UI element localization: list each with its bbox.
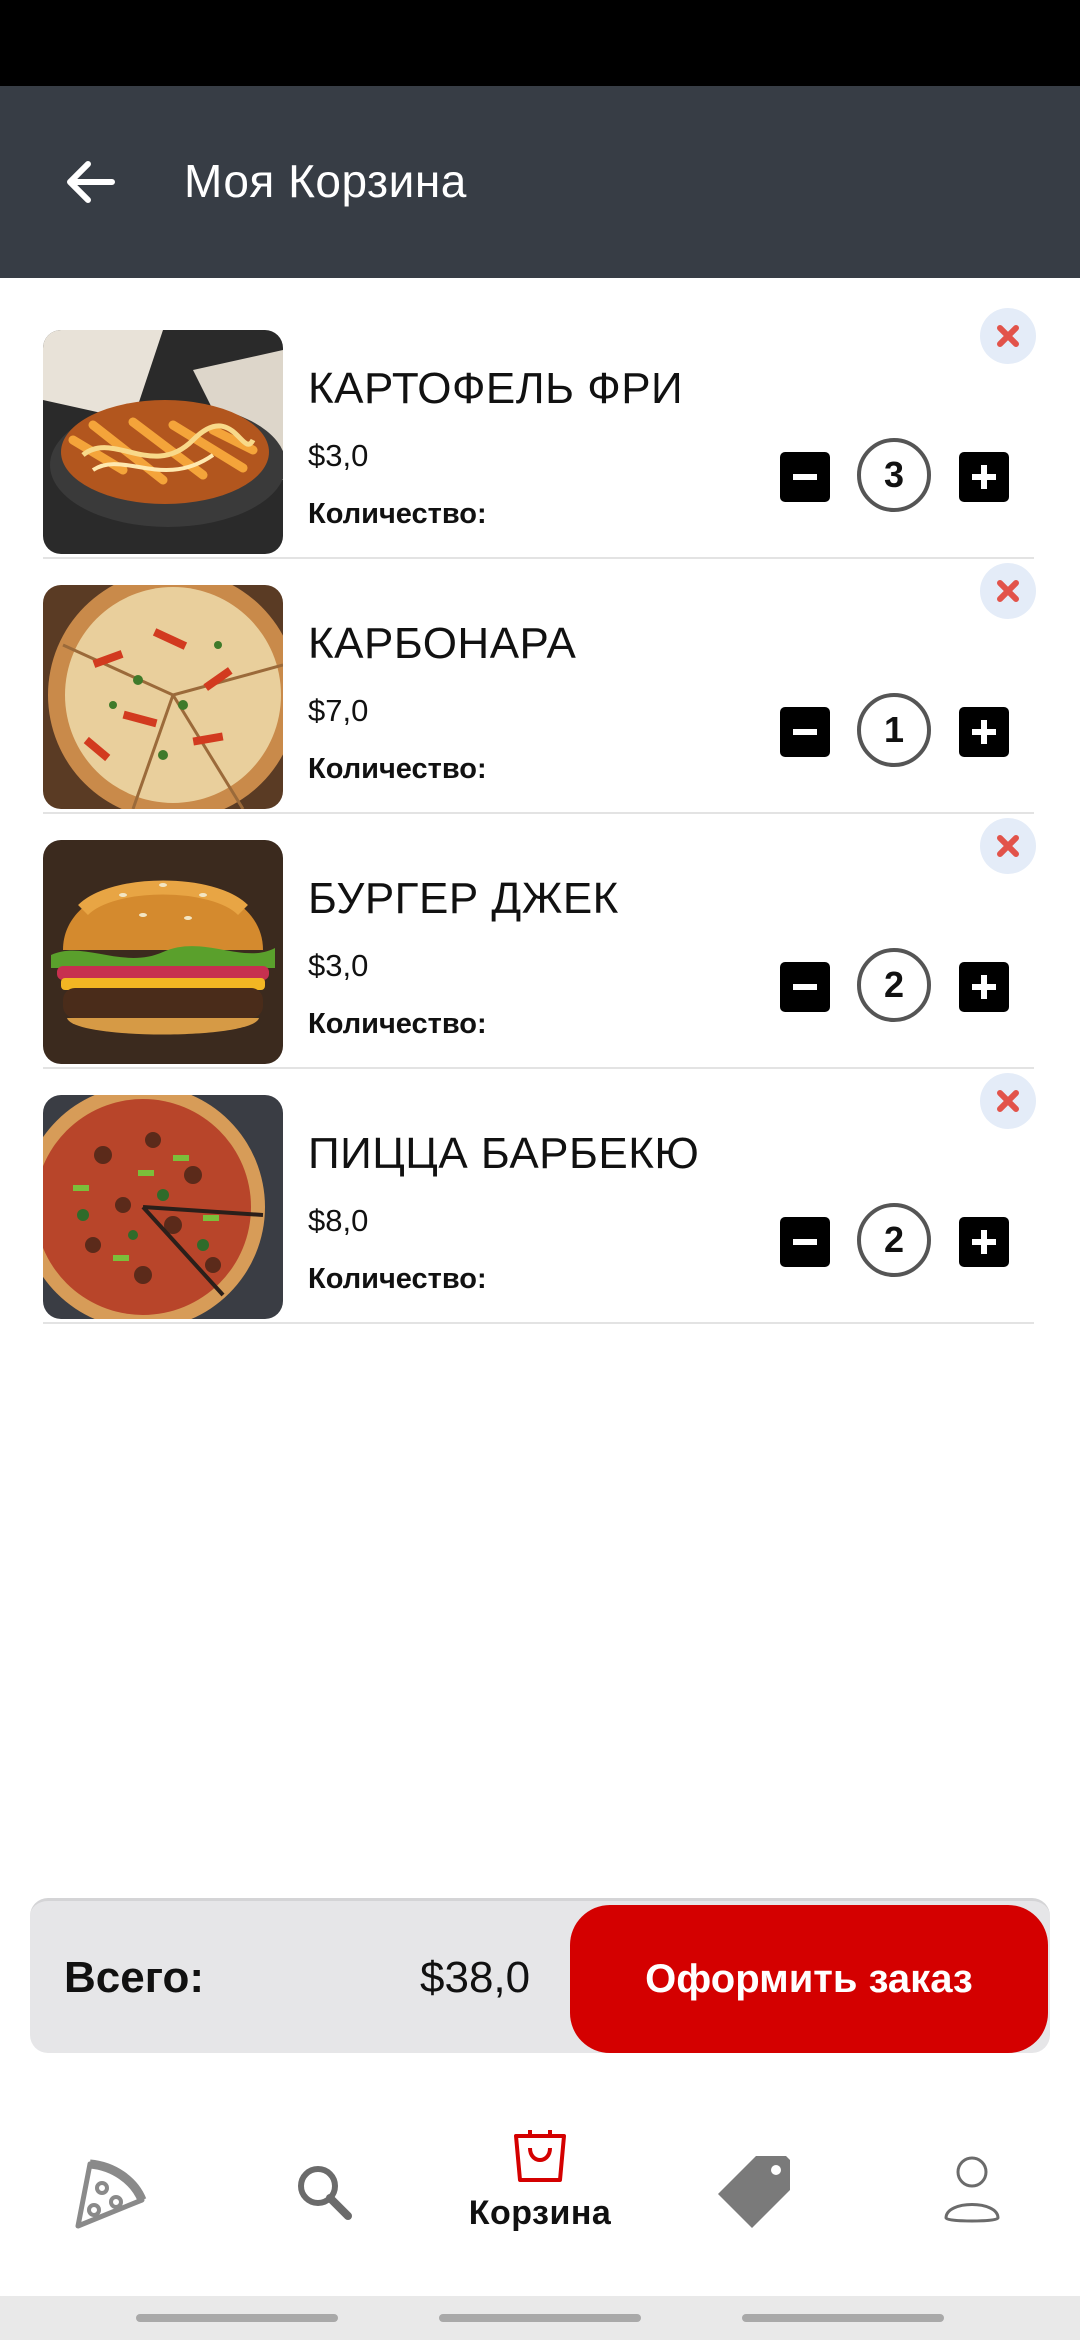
total-value: $38,0 (420, 1953, 531, 2002)
quantity-value: 3 (857, 438, 931, 512)
back-button[interactable] (50, 142, 130, 222)
nav-item-offers[interactable] (648, 2090, 864, 2296)
total-label: Всего: (64, 1953, 204, 2002)
order-summary-bar: Всего: $38,0 Оформить заказ (30, 1898, 1050, 2053)
minus-icon (793, 1239, 817, 1245)
quantity-label: Количество: (308, 1263, 487, 1295)
remove-item-button[interactable] (980, 563, 1036, 619)
remove-item-button[interactable] (980, 1073, 1036, 1129)
search-icon (298, 2166, 352, 2220)
nav-item-search[interactable] (216, 2090, 432, 2296)
pizza-bbq-photo (43, 1095, 283, 1319)
item-price: $7,0 (308, 693, 369, 728)
quantity-value: 1 (857, 693, 931, 767)
cart-item: КАРБОНАРА $7,0 Количество: 1 (43, 559, 1036, 814)
item-price: $3,0 (308, 438, 369, 473)
increase-quantity-button[interactable] (959, 452, 1009, 502)
plus-icon (972, 975, 996, 999)
quantity-label: Количество: (308, 1008, 487, 1040)
item-name: КАРТОФЕЛЬ ФРИ (308, 364, 684, 413)
cart-item: ПИЦЦА БАРБЕКЮ $8,0 Количество: 2 (43, 1069, 1036, 1324)
quantity-value: 2 (857, 948, 931, 1022)
app-bar: Моя Корзина (0, 86, 1080, 278)
item-price: $8,0 (308, 1203, 369, 1238)
burger-photo (43, 840, 283, 1064)
bottom-navigation: Корзина (0, 2090, 1080, 2296)
minus-icon (793, 474, 817, 480)
shopping-bag-icon (514, 2130, 566, 2182)
nav-item-cart[interactable]: Корзина (432, 2090, 648, 2296)
minus-icon (793, 984, 817, 990)
plus-icon (972, 465, 996, 489)
item-name: БУРГЕР ДЖЕК (308, 874, 619, 923)
remove-item-button[interactable] (980, 308, 1036, 364)
arrow-left-icon (67, 161, 115, 203)
quantity-value: 2 (857, 1203, 931, 1277)
quantity-label: Количество: (308, 498, 487, 530)
item-price: $3,0 (308, 948, 369, 983)
cart-item: БУРГЕР ДЖЕК $3,0 Количество: 2 (43, 814, 1036, 1069)
system-gesture-bar (0, 2296, 1080, 2340)
decrease-quantity-button[interactable] (780, 707, 830, 757)
decrease-quantity-button[interactable] (780, 1217, 830, 1267)
status-bar (0, 0, 1080, 86)
close-icon (997, 580, 1019, 602)
tag-icon (718, 2156, 790, 2228)
gesture-pill (439, 2314, 641, 2322)
close-icon (997, 325, 1019, 347)
gesture-pill (136, 2314, 338, 2322)
plus-icon (972, 720, 996, 744)
fries-photo (43, 330, 283, 554)
increase-quantity-button[interactable] (959, 962, 1009, 1012)
minus-icon (793, 729, 817, 735)
cart-list: КАРТОФЕЛЬ ФРИ $3,0 Количество: 3 КАРБОНА… (0, 278, 1080, 1324)
close-icon (997, 835, 1019, 857)
nav-item-menu[interactable] (0, 2090, 216, 2296)
pizza-carbonara-photo (43, 585, 283, 809)
close-icon (997, 1090, 1019, 1112)
item-name: КАРБОНАРА (308, 619, 577, 668)
page-title: Моя Корзина (184, 155, 467, 207)
quantity-label: Количество: (308, 753, 487, 785)
plus-icon (972, 1230, 996, 1254)
pizza-icon (75, 2159, 147, 2229)
item-name: ПИЦЦА БАРБЕКЮ (308, 1129, 700, 1178)
gesture-pill (742, 2314, 944, 2322)
increase-quantity-button[interactable] (959, 1217, 1009, 1267)
nav-label-cart: Корзина (468, 2194, 612, 2232)
cart-item: КАРТОФЕЛЬ ФРИ $3,0 Количество: 3 (43, 304, 1036, 559)
decrease-quantity-button[interactable] (780, 962, 830, 1012)
checkout-button[interactable]: Оформить заказ (570, 1905, 1048, 2053)
increase-quantity-button[interactable] (959, 707, 1009, 757)
profile-icon (944, 2156, 1000, 2223)
decrease-quantity-button[interactable] (780, 452, 830, 502)
nav-item-profile[interactable] (864, 2090, 1080, 2296)
remove-item-button[interactable] (980, 818, 1036, 874)
